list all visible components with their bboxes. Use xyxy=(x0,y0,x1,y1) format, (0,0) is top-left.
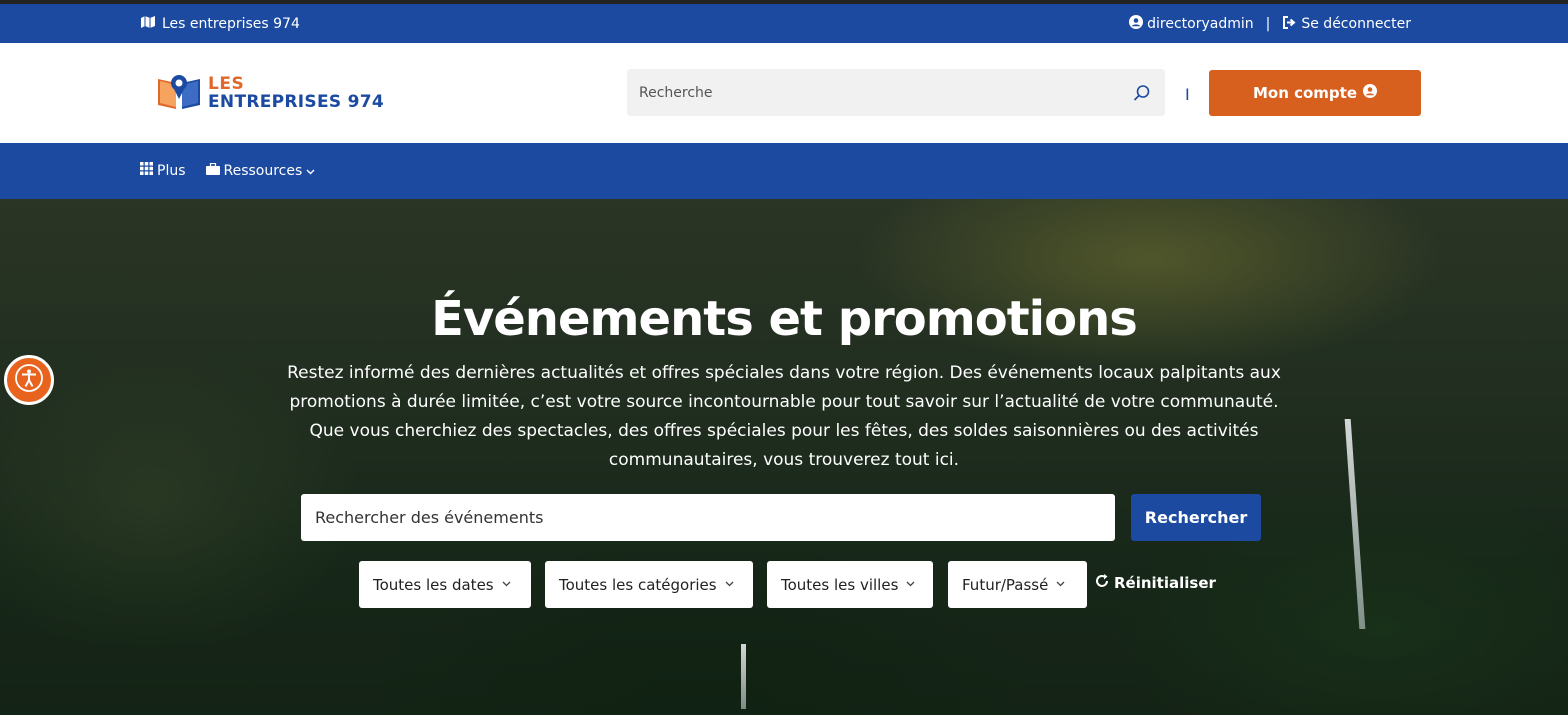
hero-section: Événements et promotions Restez informé … xyxy=(0,199,1568,715)
chevron-down-icon xyxy=(1056,579,1065,590)
search-icon[interactable] xyxy=(1131,82,1153,104)
topbar-brand[interactable]: Les entreprises 974 xyxy=(140,15,300,33)
filter-period-label: Futur/Passé xyxy=(962,575,1049,594)
chevron-down-icon xyxy=(306,163,315,179)
filter-cities-select[interactable]: Toutes les villes xyxy=(767,561,933,608)
accessibility-button[interactable] xyxy=(4,355,54,405)
nav-item-plus[interactable]: Plus xyxy=(140,162,186,179)
logo-wordmark: LES ENTREPRISES 974 xyxy=(208,75,384,111)
topbar-brand-label: Les entreprises 974 xyxy=(162,16,300,32)
event-search-button[interactable]: Rechercher xyxy=(1131,494,1261,541)
page-title: Événements et promotions xyxy=(431,291,1138,347)
nav-item-ressources[interactable]: Ressources xyxy=(205,162,316,179)
event-filters: Toutes les dates Toutes les catégories T… xyxy=(0,561,1568,608)
topbar-user-area: directoryadmin | Se déconnecter xyxy=(1129,15,1411,33)
filter-cities-label: Toutes les villes xyxy=(781,575,899,594)
header-search-input[interactable] xyxy=(639,84,1131,101)
accessibility-icon xyxy=(14,363,44,397)
map-icon xyxy=(140,15,156,33)
filter-categories-select[interactable]: Toutes les catégories xyxy=(545,561,753,608)
user-circle-icon xyxy=(1129,15,1144,33)
filter-categories-label: Toutes les catégories xyxy=(559,575,717,594)
header-divider: I xyxy=(1185,85,1190,104)
filter-dates-label: Toutes les dates xyxy=(373,575,494,594)
logo-line-2: ENTREPRISES 974 xyxy=(208,92,385,112)
chevron-down-icon xyxy=(906,579,915,590)
username-label: directoryadmin xyxy=(1147,16,1254,32)
my-account-label: Mon compte xyxy=(1252,84,1358,102)
logout-link[interactable]: Se déconnecter xyxy=(1282,15,1411,33)
main-navbar: Plus Ressources xyxy=(0,143,1568,199)
event-search-box xyxy=(301,494,1115,541)
chevron-down-icon xyxy=(502,579,511,590)
event-search-input[interactable] xyxy=(315,508,1101,527)
logo-line-1: LES xyxy=(208,74,245,94)
topbar-separator: | xyxy=(1265,16,1271,32)
user-profile-link[interactable]: directoryadmin xyxy=(1129,15,1254,33)
logo-book-pin-icon xyxy=(156,71,202,115)
nav-item-plus-label: Plus xyxy=(157,162,186,179)
reset-filters-button[interactable]: Réinitialiser xyxy=(1094,573,1216,593)
site-header: LES ENTREPRISES 974 I Mon compte xyxy=(0,43,1568,143)
header-search xyxy=(627,69,1165,116)
site-logo[interactable]: LES ENTREPRISES 974 xyxy=(156,71,384,115)
nav-item-ressources-label: Ressources xyxy=(223,162,303,179)
reset-filters-label: Réinitialiser xyxy=(1114,574,1216,592)
my-account-button[interactable]: Mon compte xyxy=(1209,70,1421,116)
main-nav: Plus Ressources xyxy=(140,162,315,179)
filter-period-select[interactable]: Futur/Passé xyxy=(948,561,1087,608)
logout-label: Se déconnecter xyxy=(1301,16,1411,32)
top-utility-bar: Les entreprises 974 directoryadmin | Se … xyxy=(0,4,1568,43)
briefcase-icon xyxy=(205,162,220,179)
hero-description: Restez informé des dernières actualités … xyxy=(287,363,1281,470)
hero-content: Événements et promotions Restez informé … xyxy=(0,199,1568,715)
user-circle-icon xyxy=(1363,84,1378,102)
grid-icon xyxy=(140,162,153,179)
chevron-down-icon xyxy=(725,579,734,590)
logout-icon xyxy=(1282,15,1297,33)
refresh-icon xyxy=(1094,573,1110,593)
filter-dates-select[interactable]: Toutes les dates xyxy=(359,561,531,608)
